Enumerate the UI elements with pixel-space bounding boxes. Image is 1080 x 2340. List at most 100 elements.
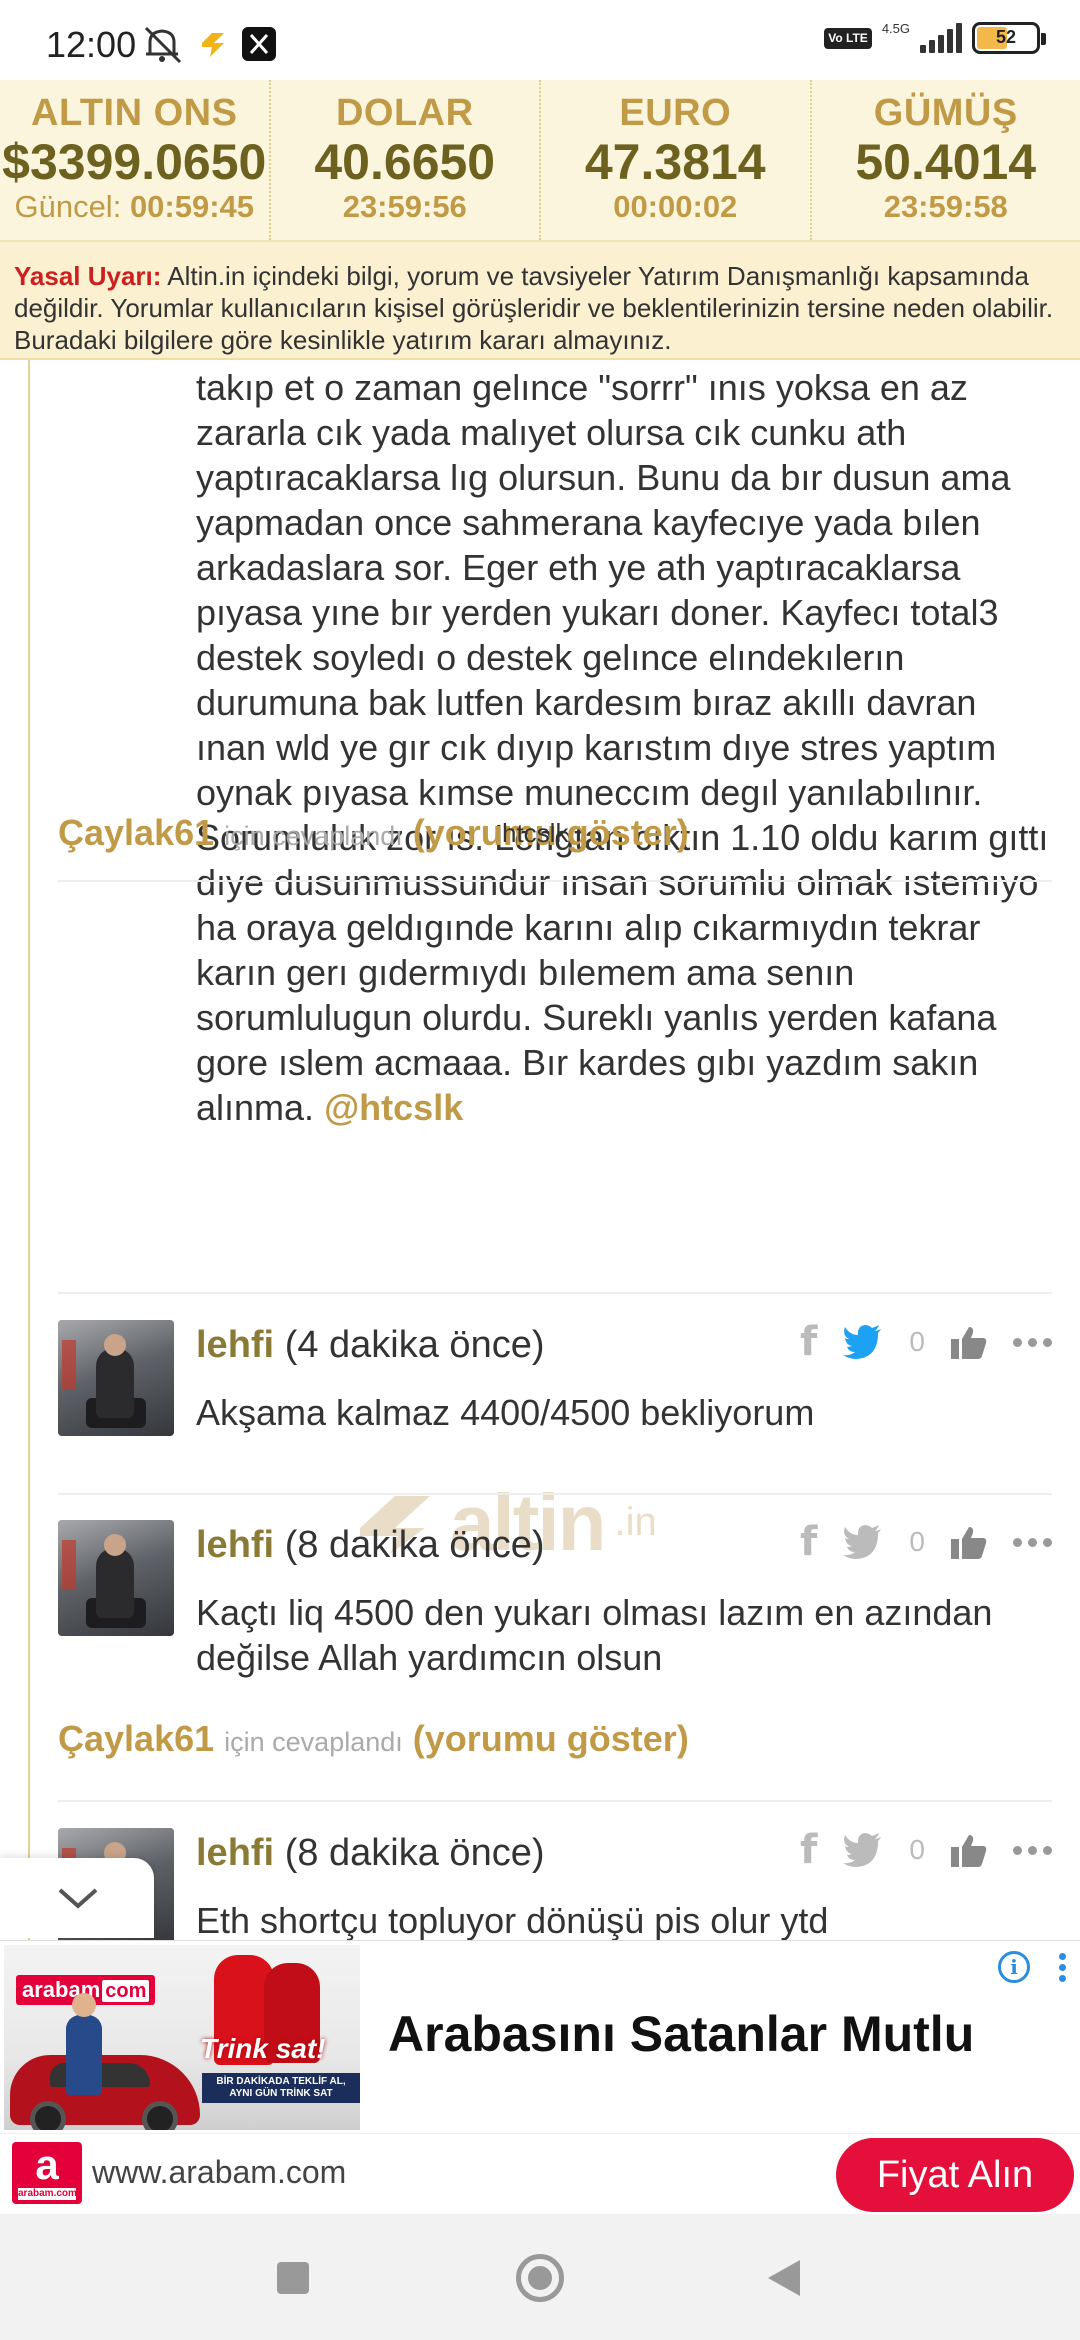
ad-brand-suffix: com	[102, 1980, 150, 2002]
ticker-time: Güncel: 00:59:45	[0, 189, 269, 225]
ticker-dollar[interactable]: DOLAR 40.6650 23:59:56	[271, 80, 541, 240]
comment-username[interactable]: lehfi	[196, 1524, 274, 1566]
comment-actions: f 0	[800, 1319, 1052, 1365]
twitter-icon[interactable]	[843, 1525, 883, 1559]
ad-slogan: Trink sat!	[200, 2033, 326, 2064]
status-bar: 12:00 Vo LTE 4.5G 52	[0, 0, 1080, 80]
mute-bell-icon	[144, 26, 182, 64]
collapse-ad-button[interactable]	[0, 1858, 154, 1938]
comment-body: Eth shortçu topluyor dönüşü pis olur ytd	[196, 1900, 829, 1940]
network-type: 4.5G	[881, 20, 910, 36]
clock: 12:00	[46, 24, 137, 65]
ad-favicon: a arabam.com	[12, 2142, 82, 2204]
system-nav-bar	[0, 2214, 1080, 2340]
more-dots-icon[interactable]	[1013, 1845, 1052, 1855]
reply-indicator: Çaylak61 için cevaplandı (yorumu göster)	[58, 1718, 689, 1760]
like-count: 0	[909, 1326, 925, 1357]
price-ticker: ALTIN ONS $3399.0650 Güncel: 00:59:45 DO…	[0, 80, 1080, 242]
ad-favicon-text: arabam.com	[18, 2188, 77, 2200]
comment-divider	[58, 880, 1052, 882]
comment-body: Kaçtı liq 4500 den yukarı olması lazım e…	[196, 1592, 993, 1678]
comment-divider	[58, 1292, 1052, 1294]
avatar[interactable]	[58, 1520, 174, 1636]
comment-text: takıp et o zaman gelınce "sorrr" ınıs yo…	[196, 367, 1049, 1128]
reply-text: için cevaplandı	[224, 1727, 403, 1757]
comment-username[interactable]: lehfi	[196, 1832, 274, 1874]
like-count: 0	[909, 1834, 925, 1865]
comment-header: lehfi (8 dakika önce)	[196, 1524, 545, 1567]
avatar[interactable]	[58, 1320, 174, 1436]
comment-divider	[58, 1493, 1052, 1495]
comments-list[interactable]: takıp et o zaman gelınce "sorrr" ınıs yo…	[28, 360, 1072, 1940]
twitter-icon[interactable]	[843, 1325, 883, 1359]
facebook-icon[interactable]: f	[800, 1319, 817, 1365]
thumbs-up-icon[interactable]	[951, 1525, 987, 1559]
app-notification-icon	[202, 33, 224, 57]
ad-headline[interactable]: Arabasını Satanlar Mutlu	[388, 2005, 974, 2063]
battery-icon: 52	[972, 22, 1046, 54]
ticker-time-label: Güncel:	[14, 189, 122, 224]
ticker-time-value: 00:59:45	[129, 189, 255, 224]
facebook-icon[interactable]: f	[800, 1827, 817, 1873]
legal-disclaimer: Yasal Uyarı: Altin.in içindeki bilgi, yo…	[0, 242, 1080, 360]
ticker-silver[interactable]: GÜMÜŞ 50.4014 23:59:58	[812, 80, 1080, 240]
comment-username[interactable]: lehfi	[196, 1324, 274, 1366]
ticker-value: 47.3814	[584, 134, 766, 190]
facebook-icon[interactable]: f	[800, 1519, 817, 1565]
like-count: 0	[909, 1526, 925, 1557]
back-icon[interactable]	[768, 2260, 800, 2296]
comment-divider	[58, 1800, 1052, 1802]
signal-icon	[920, 23, 962, 53]
ad-image[interactable]: arabam com Trink sat! BİR DAKİKADA TEKLİF…	[4, 1945, 360, 2130]
ad-banner[interactable]: arabam com Trink sat! BİR DAKİKADA TEKLİF…	[0, 1940, 1080, 2212]
battery-level: 52	[995, 27, 1017, 47]
ad-small-text: BİR DAKİKADA TEKLİF AL, AYNI GÜN TRİNK S…	[202, 2073, 360, 2103]
ad-footer: a arabam.com www.arabam.com Fiyat Alın	[0, 2133, 1080, 2213]
ticker-name: ALTIN ONS	[31, 92, 238, 134]
reply-username[interactable]: Çaylak61	[58, 812, 214, 853]
ticker-value: 50.4014	[855, 134, 1037, 190]
comment-item: lehfi (8 dakika önce) f 0 Eth shortçu to…	[58, 1827, 1052, 1940]
volte-icon: Vo LTE	[824, 27, 872, 49]
ticker-time: 00:00:02	[613, 189, 738, 224]
comment-header: lehfi (8 dakika önce)	[196, 1832, 545, 1875]
home-icon[interactable]	[516, 2254, 564, 2302]
disclaimer-label: Yasal Uyarı:	[14, 261, 162, 291]
comment-actions: f 0	[800, 1519, 1052, 1565]
ticker-name: DOLAR	[335, 92, 474, 134]
ad-url[interactable]: www.arabam.com	[92, 2154, 346, 2191]
user-mention[interactable]: @htcslk	[324, 1087, 463, 1128]
comment-body: Akşama kalmaz 4400/4500 bekliyorum	[196, 1392, 815, 1433]
twitter-icon[interactable]	[843, 1833, 883, 1867]
thumbs-up-icon[interactable]	[951, 1833, 987, 1867]
comment-item: lehfi (4 dakika önce) f 0 Akşama kalmaz …	[58, 1319, 1052, 1470]
recents-icon[interactable]	[277, 2262, 309, 2294]
reply-indicator: Çaylak61 için cevaplandı (yorumu göster)	[58, 812, 689, 854]
chevron-down-icon	[58, 1888, 98, 1909]
x-app-icon	[242, 27, 276, 61]
ticker-time: 23:59:58	[883, 189, 1008, 224]
ticker-value: 40.6650	[314, 134, 496, 190]
comment-header: lehfi (4 dakika önce)	[196, 1324, 545, 1367]
ad-car-image	[10, 2055, 200, 2130]
ticker-name: EURO	[619, 92, 732, 134]
ticker-euro[interactable]: EURO 47.3814 00:00:02	[541, 80, 812, 240]
ad-info-icon[interactable]: i	[998, 1951, 1030, 1983]
comment-time: (8 dakika önce)	[284, 1832, 545, 1874]
ad-person-figure	[66, 1993, 102, 2095]
ad-options-icon[interactable]	[1059, 1953, 1066, 1982]
more-dots-icon[interactable]	[1013, 1337, 1052, 1347]
show-comment-link[interactable]: (yorumu göster)	[413, 1718, 689, 1759]
ad-cta-button[interactable]: Fiyat Alın	[836, 2138, 1074, 2212]
more-dots-icon[interactable]	[1013, 1537, 1052, 1547]
ad-favicon-letter: a	[35, 2141, 59, 2188]
thumbs-up-icon[interactable]	[951, 1325, 987, 1359]
disclaimer-text: Altin.in içindeki bilgi, yorum ve tavsiy…	[14, 261, 1054, 355]
ticker-gold-ounce[interactable]: ALTIN ONS $3399.0650 Güncel: 00:59:45	[0, 80, 271, 240]
reply-username[interactable]: Çaylak61	[58, 1718, 214, 1759]
comment-item: lehfi (8 dakika önce) f 0 Kaçtı liq 4500…	[58, 1519, 1052, 1678]
comment-time: (8 dakika önce)	[284, 1524, 545, 1566]
ticker-value: $3399.0650	[2, 134, 267, 190]
reply-text: için cevaplandı	[224, 821, 403, 851]
ticker-name: GÜMÜŞ	[873, 92, 1018, 134]
